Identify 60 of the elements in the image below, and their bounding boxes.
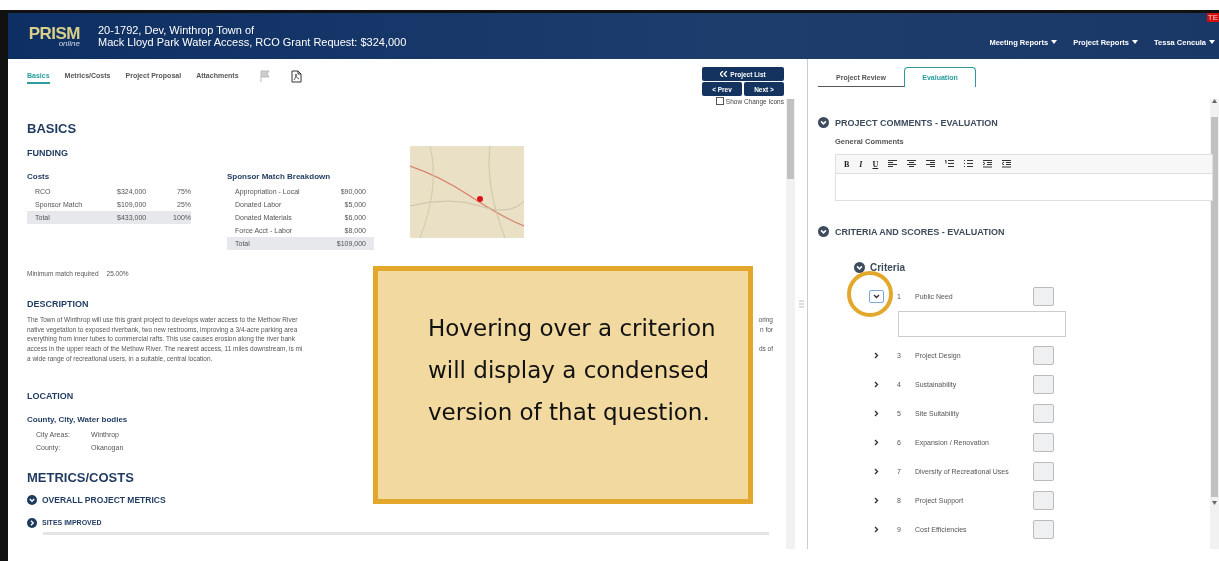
chevron-right-icon [874,467,879,475]
align-left-icon[interactable] [888,160,898,168]
callout-text: Hovering over a criterion will display a condensed version of that question. [428,314,717,427]
format-button[interactable]: I [859,159,863,169]
double-chevron-icon [720,71,728,77]
chevron-right-icon [874,409,879,417]
format-button[interactable]: B [844,159,850,169]
group-title: County, City, Water bodies [27,414,129,424]
score-field[interactable] [1033,461,1054,481]
scrollbar[interactable] [1210,99,1219,549]
section-subheading: LOCATION [27,390,75,401]
accordion-header[interactable]: OVERALL PROJECT METRICS [27,494,166,505]
chevron-right-icon [874,525,879,533]
score-field[interactable] [1033,374,1054,394]
scroll-down-icon[interactable] [1212,501,1217,505]
caret-icon [1209,40,1215,44]
outdent-icon[interactable] [1002,160,1012,168]
section-heading: BASICS [27,121,78,136]
collapse-button[interactable] [869,289,884,303]
chevron-right-icon [874,351,879,359]
section-subheading: FUNDING [27,148,69,158]
logo[interactable]: PRISM online [20,24,80,48]
accordion-header[interactable]: Criteria [854,262,905,273]
caret-icon [1132,40,1138,44]
chevron-right-icon [874,380,879,388]
table-title: Sponsor Match Breakdown [227,172,332,181]
rich-text-editor[interactable]: B I U [835,154,1213,201]
chevron-down-icon [818,117,829,128]
pdf-file-icon[interactable] [290,69,302,83]
project-id-line: 20-1792, Dev, Winthrop Town of [98,24,256,36]
section-subheading: DESCRIPTION [27,299,90,309]
chevron-right-icon [874,496,879,504]
scrollbar[interactable] [786,99,795,549]
score-field[interactable] [1033,490,1054,510]
format-button[interactable]: U [872,159,879,169]
score-field[interactable] [1033,345,1054,365]
grip-icon[interactable] [798,300,804,308]
alert-badge: TE [1206,13,1219,22]
align-center-icon[interactable] [907,160,917,168]
project-title-line: Mack Lloyd Park Water Access, RCO Grant Request: $324,000 [98,36,407,48]
numbered-list-icon[interactable] [945,160,955,168]
scroll-up-icon[interactable] [1212,99,1217,103]
chevron-right-icon [874,438,879,446]
accordion-header[interactable]: PROJECT COMMENTS - EVALUATION [818,117,998,128]
criterion-comment-field[interactable] [898,311,1066,337]
chevron-down-icon [818,226,829,237]
caret-icon [1051,40,1058,44]
map-thumbnail[interactable] [410,146,524,238]
chevron-down-icon [873,293,880,299]
indent-icon[interactable] [983,160,993,168]
table-title: Costs [27,172,51,181]
score-field[interactable] [1033,286,1054,306]
score-field[interactable] [1033,403,1054,423]
score-field[interactable] [1033,432,1054,452]
align-right-icon[interactable] [926,160,936,168]
accordion-header[interactable]: CRITERIA AND SCORES - EVALUATION [818,226,1005,237]
score-field[interactable] [1033,519,1054,539]
chevron-down-icon [854,262,865,273]
section-heading: METRICS/COSTS [27,469,135,485]
bullet-list-icon[interactable] [964,160,974,168]
